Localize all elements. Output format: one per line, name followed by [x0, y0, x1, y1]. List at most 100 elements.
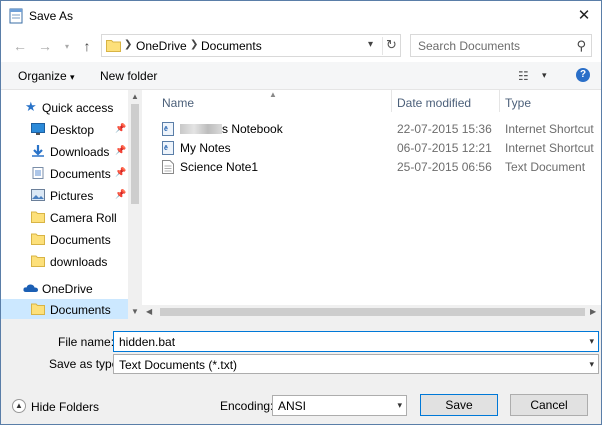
folder-icon — [31, 211, 45, 223]
pin-icon: 📌 — [115, 189, 127, 199]
sidebar-item-downloads[interactable]: Downloads 📌 — [1, 141, 128, 163]
sort-ascending-icon: ▲ — [269, 90, 277, 99]
scrollbar-thumb[interactable] — [131, 104, 139, 204]
pin-icon: 📌 — [115, 145, 127, 155]
file-row[interactable]: Science Note1 25-07-2015 06:56 Text Docu… — [156, 157, 601, 176]
chevron-down-icon[interactable]: ▾ — [589, 336, 594, 347]
pin-icon: 📌 — [115, 123, 127, 133]
horizontal-scrollbar[interactable]: ◀ ▶ — [142, 305, 601, 319]
cloud-icon — [23, 284, 38, 292]
chevron-down-icon[interactable]: ▾ — [589, 359, 594, 370]
internet-shortcut-icon: ē — [162, 141, 174, 155]
folder-icon — [31, 255, 45, 267]
column-divider[interactable] — [499, 90, 500, 112]
download-icon — [32, 145, 44, 157]
scroll-up-icon[interactable]: ▲ — [131, 92, 139, 101]
column-header-date[interactable]: Date modified — [397, 96, 471, 110]
up-button[interactable]: ↑ — [78, 37, 96, 55]
documents-icon — [32, 167, 44, 179]
recent-locations-button[interactable]: ▾ — [58, 37, 76, 55]
filename-input[interactable]: hidden.bat ▾ — [113, 331, 599, 352]
arrow-left-icon: ← — [13, 38, 27, 54]
sidebar-item-label: Documents — [50, 233, 111, 247]
savetype-select[interactable]: Text Documents (*.txt) ▾ — [113, 354, 599, 374]
encoding-select[interactable]: ANSI ▾ — [272, 395, 407, 416]
organize-button[interactable]: Organize ▾ — [18, 69, 75, 83]
search-icon: ⚲ — [576, 38, 586, 53]
redacted-text — [180, 124, 222, 134]
view-options-icon[interactable]: ☷ — [518, 69, 529, 83]
title-bar: Save As ✕ — [1, 1, 601, 31]
sidebar-item-documents-folder[interactable]: Documents — [1, 229, 128, 251]
pin-icon: 📌 — [115, 167, 127, 177]
chevron-down-icon[interactable]: ▾ — [542, 70, 547, 81]
hide-folders-label: Hide Folders — [31, 400, 100, 414]
chevron-down-icon[interactable]: ▾ — [397, 400, 402, 411]
navigation-pane: ★ Quick access Desktop 📌 Downloads 📌 Doc… — [1, 90, 142, 319]
folder-icon — [31, 233, 45, 245]
sidebar-item-label: Camera Roll — [50, 211, 117, 225]
encoding-label: Encoding: — [220, 399, 274, 413]
file-row[interactable]: ē s Notebook 22-07-2015 15:36 Internet S… — [156, 119, 601, 138]
sidebar-item-onedrive[interactable]: OneDrive — [1, 278, 128, 300]
star-icon: ★ — [25, 99, 37, 114]
address-bar[interactable]: ❯ OneDrive ❯ Documents ▾ ↻ — [101, 34, 401, 57]
arrow-right-icon: → — [38, 38, 52, 54]
scrollbar-thumb[interactable] — [160, 308, 585, 316]
scroll-down-icon[interactable]: ▼ — [131, 307, 139, 316]
breadcrumb-documents[interactable]: Documents — [201, 39, 262, 53]
sidebar-item-onedrive-documents[interactable]: Documents — [1, 299, 128, 319]
filename-label: File name: — [58, 335, 115, 349]
close-icon: ✕ — [577, 7, 591, 24]
sidebar-item-pictures[interactable]: Pictures 📌 — [1, 185, 128, 207]
chevron-right-icon: ❯ — [190, 39, 199, 50]
save-button[interactable]: Save — [420, 394, 498, 416]
file-type: Internet Shortcut — [505, 141, 594, 155]
file-name-text: s Notebook — [222, 122, 283, 136]
encoding-value: ANSI — [278, 399, 307, 413]
sidebar-item-documents-pinned[interactable]: Documents 📌 — [1, 163, 128, 185]
chevron-down-icon: ▾ — [70, 72, 75, 82]
help-icon[interactable]: ? — [576, 68, 590, 82]
desktop-icon — [31, 123, 45, 135]
scroll-right-icon[interactable]: ▶ — [590, 307, 596, 316]
sidebar-item-label: Downloads — [50, 145, 110, 159]
chevron-up-icon: ▲ — [12, 399, 26, 413]
breadcrumb-onedrive[interactable]: OneDrive — [136, 39, 187, 53]
column-header-name[interactable]: Name — [162, 96, 194, 110]
chevron-down-icon: ▾ — [64, 41, 69, 51]
sidebar-item-label: Quick access — [42, 101, 114, 115]
search-input[interactable]: Search Documents ⚲ — [410, 34, 592, 57]
filename-value: hidden.bat — [119, 335, 176, 349]
file-date: 25-07-2015 06:56 — [397, 160, 492, 174]
sidebar-item-label: OneDrive — [42, 282, 93, 296]
file-type: Text Document — [505, 160, 586, 174]
cancel-button[interactable]: Cancel — [510, 394, 588, 416]
forward-button[interactable]: → — [36, 37, 54, 55]
content-area: ★ Quick access Desktop 📌 Downloads 📌 Doc… — [1, 90, 601, 319]
file-row[interactable]: ē My Notes 06-07-2015 12:21 Internet Sho… — [156, 138, 601, 157]
column-divider[interactable] — [391, 90, 392, 112]
address-dropdown-icon[interactable]: ▾ — [368, 39, 373, 50]
navigation-scrollbar[interactable]: ▲ ▼ — [128, 90, 142, 319]
folder-icon — [31, 303, 45, 315]
sidebar-item-quick-access[interactable]: ★ Quick access — [1, 97, 128, 119]
savetype-label: Save as type: — [49, 357, 122, 371]
refresh-icon[interactable]: ↻ — [382, 37, 400, 55]
file-name: Science Note1 — [180, 160, 259, 174]
text-document-icon — [162, 160, 174, 174]
close-button[interactable]: ✕ — [567, 1, 601, 29]
scroll-left-icon[interactable]: ◀ — [146, 307, 152, 316]
sidebar-item-label: Desktop — [50, 123, 95, 137]
organize-label: Organize — [18, 69, 67, 83]
pictures-icon — [31, 189, 45, 201]
new-folder-button[interactable]: New folder — [100, 69, 157, 83]
sidebar-item-desktop[interactable]: Desktop 📌 — [1, 119, 128, 141]
sidebar-item-camera-roll[interactable]: Camera Roll — [1, 207, 128, 229]
column-header-type[interactable]: Type — [505, 96, 531, 110]
save-form: File name: hidden.bat ▾ Save as type: Te… — [1, 319, 601, 424]
internet-shortcut-icon: ē — [162, 122, 174, 136]
back-button[interactable]: ← — [11, 37, 29, 55]
file-name: My Notes — [180, 141, 231, 155]
sidebar-item-downloads-folder[interactable]: downloads — [1, 251, 128, 273]
